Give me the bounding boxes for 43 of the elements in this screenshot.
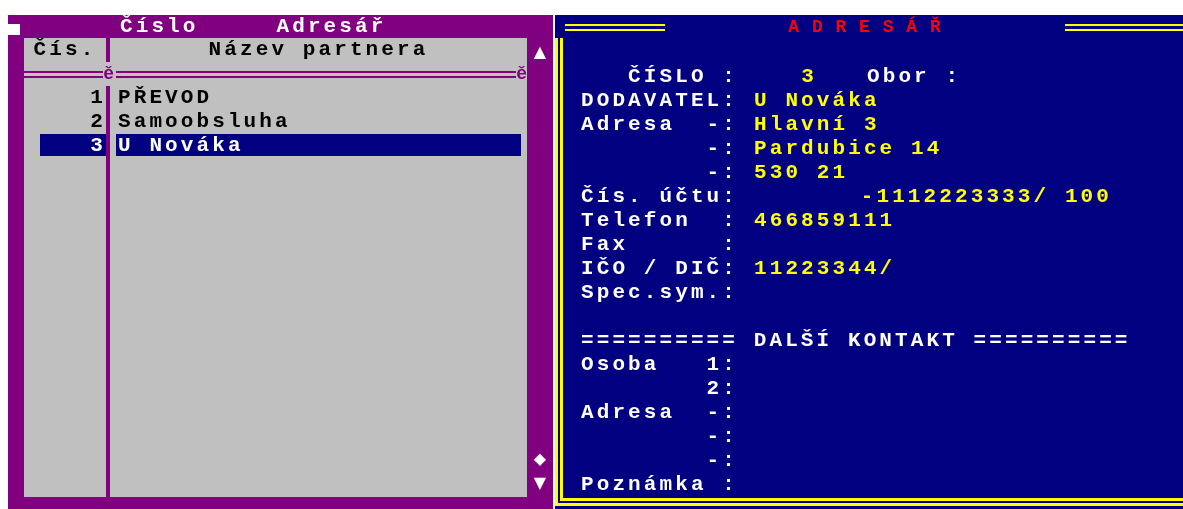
row-number[interactable]: 1 bbox=[40, 86, 106, 108]
field-value: Hlavní 3 bbox=[754, 113, 880, 137]
column-header: Název partnera bbox=[207, 38, 430, 62]
separator-mark: ě bbox=[516, 63, 527, 86]
field-label: DODAVATEL: bbox=[581, 89, 738, 113]
field-label: Spec.sym.: bbox=[581, 281, 738, 305]
field-label: -: bbox=[705, 425, 738, 449]
field-value: 530 21 bbox=[754, 161, 849, 185]
field-value: -1112223333/ 100 bbox=[859, 185, 1112, 209]
field-value: U Nováka bbox=[754, 89, 880, 113]
partner-name[interactable]: U Nováka bbox=[116, 134, 521, 156]
scroll-thumb[interactable]: ◆ bbox=[533, 447, 547, 471]
field-label: -: bbox=[705, 161, 738, 185]
field-label: Osoba 1: bbox=[581, 353, 738, 377]
field-label: Čís. účtu: bbox=[581, 185, 738, 209]
field-label: ČÍSLO : bbox=[627, 65, 738, 89]
field-label: 2: bbox=[705, 377, 738, 401]
field-label: Obor : bbox=[867, 65, 962, 89]
field-label: -: bbox=[705, 449, 738, 473]
row-number[interactable]: 3 bbox=[40, 134, 106, 156]
field-label: Fax : bbox=[581, 233, 738, 257]
field-label: Telefon : bbox=[581, 209, 738, 233]
field-value: 466859111 bbox=[754, 209, 896, 233]
window-title: Číslo bbox=[120, 14, 199, 39]
window-title: A D R E S Á Ř bbox=[788, 15, 942, 39]
field-value: Pardubice 14 bbox=[754, 137, 943, 161]
field-value: 11223344/ bbox=[754, 257, 896, 281]
field-value: 3 bbox=[800, 65, 817, 89]
window-menu-icon[interactable] bbox=[8, 24, 20, 35]
partner-name[interactable]: Samoobsluha bbox=[116, 110, 521, 132]
field-label: Adresa -: bbox=[581, 113, 738, 137]
window-title: Adresář bbox=[276, 14, 387, 39]
scroll-up-arrow[interactable]: ▲ bbox=[533, 40, 547, 64]
column-header: Čís. bbox=[24, 38, 110, 62]
field-label: Adresa -: bbox=[581, 401, 738, 425]
scroll-down-arrow[interactable]: ▼ bbox=[533, 471, 547, 495]
row-number[interactable]: 2 bbox=[40, 110, 106, 132]
separator-mark: ě bbox=[103, 63, 114, 86]
field-label: -: bbox=[705, 137, 738, 161]
field-label: IČO / DIČ: bbox=[581, 257, 738, 281]
field-label: Poznámka : bbox=[581, 473, 738, 497]
section-heading: ========== DALŠÍ KONTAKT ========== bbox=[581, 329, 1131, 353]
partner-name[interactable]: PŘEVOD bbox=[116, 86, 521, 108]
